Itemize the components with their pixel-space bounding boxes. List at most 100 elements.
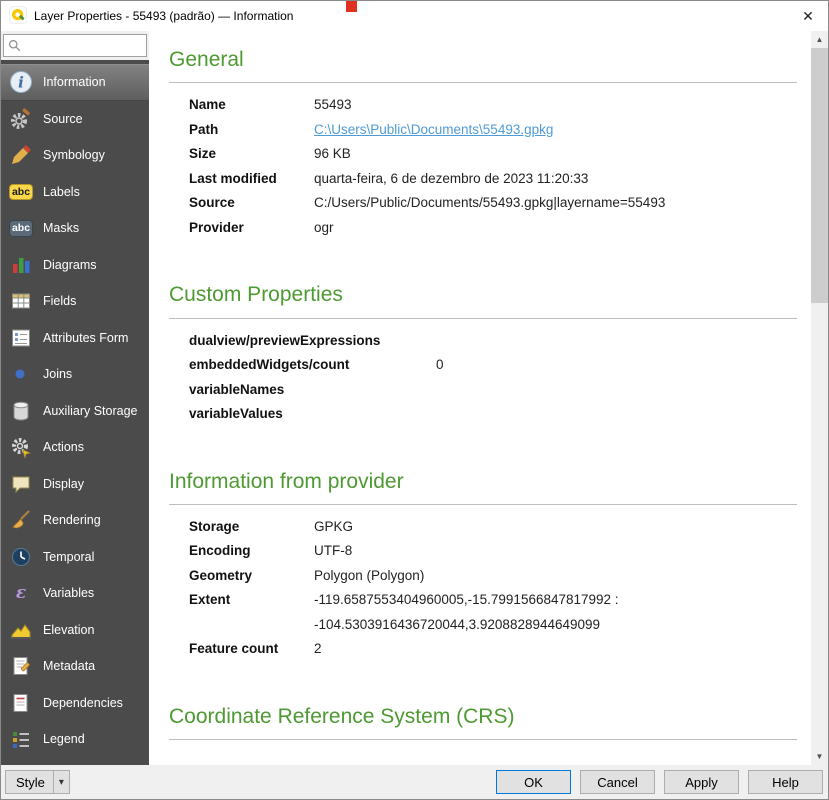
section-title-general: General: [169, 47, 797, 73]
ok-button[interactable]: OK: [496, 770, 571, 794]
sidebar-item-information[interactable]: i Information: [1, 64, 149, 101]
sidebar-item-label: Diagrams: [43, 258, 97, 272]
attributes-form-icon: [8, 325, 34, 351]
elevation-icon: [8, 617, 34, 643]
sidebar-item-display[interactable]: Display: [1, 466, 149, 503]
row-label: Source: [189, 191, 314, 216]
sidebar-item-label: Variables: [43, 586, 94, 600]
sidebar-item-labels[interactable]: abc Labels: [1, 174, 149, 211]
sidebar-item-label: Labels: [43, 185, 80, 199]
row-value: GPKG: [314, 515, 797, 540]
row-value: 96 KB: [314, 142, 797, 167]
row-value: [436, 329, 797, 354]
path-link[interactable]: C:\Users\Public\Documents\55493.gpkg: [314, 122, 553, 137]
apply-button[interactable]: Apply: [664, 770, 739, 794]
sidebar: i Information Source Symbology abc Label…: [1, 31, 149, 765]
sidebar-item-label: Symbology: [43, 148, 105, 162]
information-icon: i: [8, 69, 34, 95]
sidebar-item-qgis-server[interactable]: Q QGIS Server: [1, 758, 149, 766]
sidebar-item-label: Fields: [43, 294, 76, 308]
style-button-label: Style: [6, 775, 53, 790]
sidebar-search: [1, 31, 149, 60]
search-icon: [8, 39, 21, 57]
sidebar-item-variables[interactable]: ε Variables: [1, 575, 149, 612]
sidebar-item-legend[interactable]: Legend: [1, 721, 149, 758]
sidebar-item-label: Legend: [43, 732, 85, 746]
custom-properties-rows: dualview/previewExpressions embeddedWidg…: [169, 329, 797, 427]
sidebar-item-actions[interactable]: Actions: [1, 429, 149, 466]
titlebar: Layer Properties - 55493 (padrão) — Info…: [1, 1, 828, 31]
sidebar-item-label: Temporal: [43, 550, 94, 564]
sidebar-item-elevation[interactable]: Elevation: [1, 612, 149, 649]
scrollbar-track[interactable]: [811, 48, 828, 748]
sidebar-item-masks[interactable]: abc Masks: [1, 210, 149, 247]
divider: [169, 82, 797, 83]
rendering-icon: [8, 507, 34, 533]
row-value-feature-count: 2: [314, 637, 797, 662]
source-icon: [8, 106, 34, 132]
masks-icon: abc: [8, 215, 34, 241]
sidebar-item-attributes-form[interactable]: Attributes Form: [1, 320, 149, 357]
search-input[interactable]: [3, 34, 147, 57]
row-label: Provider: [189, 216, 314, 241]
sidebar-item-label: Actions: [43, 440, 84, 454]
dependencies-icon: [8, 690, 34, 716]
cancel-button[interactable]: Cancel: [580, 770, 655, 794]
actions-icon: [8, 434, 34, 460]
row-label: Encoding: [189, 539, 314, 564]
row-value: [436, 402, 797, 427]
row-label: embeddedWidgets/count: [189, 353, 436, 378]
sidebar-item-label: Metadata: [43, 659, 95, 673]
row-label: variableValues: [189, 402, 436, 427]
extent-line-1: -119.6587553404960005,-15.79915668478179…: [314, 588, 797, 613]
row-value-extent: -119.6587553404960005,-15.79915668478179…: [314, 588, 797, 637]
sidebar-item-symbology[interactable]: Symbology: [1, 137, 149, 174]
row-label: Geometry: [189, 564, 314, 589]
auxiliary-storage-icon: [8, 398, 34, 424]
sidebar-item-label: Joins: [43, 367, 72, 381]
legend-icon: [8, 726, 34, 752]
help-button[interactable]: Help: [748, 770, 823, 794]
close-icon[interactable]: ✕: [788, 1, 828, 31]
sidebar-item-dependencies[interactable]: Dependencies: [1, 685, 149, 722]
fields-icon: [8, 288, 34, 314]
provider-rows: Storage GPKG Encoding UTF-8 Geometry Pol…: [169, 515, 797, 662]
row-label: dualview/previewExpressions: [189, 329, 436, 354]
red-marker: [346, 1, 357, 12]
qgis-logo-icon: [9, 6, 27, 27]
chevron-down-icon[interactable]: ▾: [54, 777, 69, 788]
extent-line-2: -104.5303916436720044,3.9208828944649099: [314, 613, 797, 638]
sidebar-item-label: Information: [43, 75, 106, 89]
sidebar-item-label: Masks: [43, 221, 79, 235]
row-value: C:/Users/Public/Documents/55493.gpkg|lay…: [314, 191, 797, 216]
sidebar-item-label: Display: [43, 477, 84, 491]
row-value: 55493: [314, 93, 797, 118]
vertical-scrollbar[interactable]: ▲ ▼: [811, 31, 828, 765]
sidebar-item-fields[interactable]: Fields: [1, 283, 149, 320]
scroll-down-icon[interactable]: ▼: [811, 748, 828, 765]
row-value: Polygon (Polygon): [314, 564, 797, 589]
sidebar-item-label: Source: [43, 112, 83, 126]
row-label: Path: [189, 118, 314, 143]
style-button[interactable]: Style ▾: [5, 770, 70, 794]
layer-properties-window: Layer Properties - 55493 (padrão) — Info…: [0, 0, 829, 800]
row-value: ogr: [314, 216, 797, 241]
section-title-information-from-provider: Information from provider: [169, 469, 797, 495]
sidebar-item-joins[interactable]: Joins: [1, 356, 149, 393]
sidebar-item-temporal[interactable]: Temporal: [1, 539, 149, 576]
row-label: Name: [189, 93, 314, 118]
dialog-button-bar: Style ▾ OK Cancel Apply Help: [1, 765, 828, 799]
svg-text:i: i: [18, 74, 24, 92]
sidebar-item-diagrams[interactable]: Diagrams: [1, 247, 149, 284]
divider: [169, 318, 797, 319]
sidebar-item-metadata[interactable]: Metadata: [1, 648, 149, 685]
sidebar-item-auxiliary-storage[interactable]: Auxiliary Storage: [1, 393, 149, 430]
scroll-up-icon[interactable]: ▲: [811, 31, 828, 48]
sidebar-item-rendering[interactable]: Rendering: [1, 502, 149, 539]
sidebar-item-source[interactable]: Source: [1, 101, 149, 138]
section-title-custom-properties: Custom Properties: [169, 282, 797, 308]
row-value: quarta-feira, 6 de dezembro de 2023 11:2…: [314, 167, 797, 192]
row-label: variableNames: [189, 378, 436, 403]
row-value: 0: [436, 353, 797, 378]
scrollbar-thumb[interactable]: [811, 48, 828, 303]
